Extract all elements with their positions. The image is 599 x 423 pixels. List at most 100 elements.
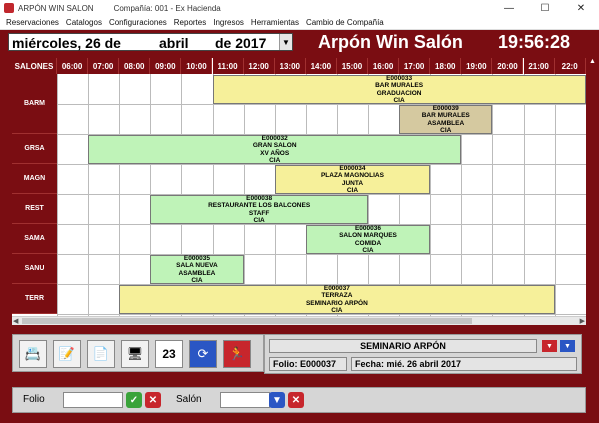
hour-header: 21:00 <box>523 58 555 74</box>
menu-item[interactable]: Ingresos <box>213 18 244 27</box>
room-label[interactable]: SAMA <box>12 224 57 254</box>
reservation-l1: PLAZA MAGNOLIAS <box>320 172 384 179</box>
reservation-l3: CIA <box>253 217 265 224</box>
refresh-icon[interactable]: ⟳ <box>189 340 217 368</box>
reservation-title: SEMINARIO ARPÓN <box>269 339 537 353</box>
reservation-block[interactable]: E000032 GRAN SALON XV AÑOS CIA <box>88 134 462 164</box>
date-picker[interactable]: miércoles, 26 de abril de 2017 ▼ <box>8 33 293 51</box>
grid-column-line <box>523 74 525 316</box>
reservation-folio: E000038 <box>246 194 273 202</box>
menu-item[interactable]: Cambio de Compañía <box>306 18 384 27</box>
window-controls: — ☐ ✕ <box>491 0 599 16</box>
reservation-info-panel: SEMINARIO ARPÓN ▼ ▼ Folio: E000037 Fecha… <box>264 334 582 374</box>
menu-bar: Reservaciones Catalogos Configuraciones Rep… <box>0 16 599 30</box>
menu-item[interactable]: Herramientas <box>251 18 299 27</box>
reservation-l3: CIA <box>191 277 203 284</box>
search-bar: Folio ✓ ✕ Salón ▼ ✕ <box>12 387 586 413</box>
clock: 19:56:28 <box>498 32 571 52</box>
check-icon[interactable]: ✓ <box>126 392 142 408</box>
reservation-date: Fecha: mié. 26 abril 2017 <box>351 357 577 371</box>
reservation-block[interactable]: E000037 TERRAZA SEMINARIO ARPÓN CIA <box>119 285 555 314</box>
close-icon[interactable]: ✕ <box>563 0 599 16</box>
horizontal-scrollbar[interactable]: ◀ ▶ <box>12 316 586 325</box>
cancel-icon[interactable]: ✕ <box>288 392 304 408</box>
reservation-folio: E000033 <box>386 74 413 82</box>
reservation-l1: BAR MURALES <box>421 112 470 119</box>
reservation-l2: COMIDA <box>354 239 382 247</box>
grid-column-line <box>492 74 494 316</box>
arrow-down-red-icon[interactable]: ▼ <box>542 340 557 352</box>
arrow-down-blue-icon[interactable]: ▼ <box>560 340 575 352</box>
grid-row-line <box>57 104 586 105</box>
reservation-block[interactable]: E000038 RESTAURANTE LOS BALCONES STAFF CIA <box>150 195 368 224</box>
scroll-up-icon[interactable]: ▲ <box>589 58 598 68</box>
maximize-icon[interactable]: ☐ <box>527 0 563 16</box>
reservation-l2: XV AÑOS <box>260 149 290 157</box>
room-label[interactable]: SANU <box>12 254 57 284</box>
action-toolbar: 📇 📝 📄 🖥 23 ⟳ 🏃 <box>12 334 264 372</box>
app-logo-icon <box>4 3 14 13</box>
schedule-grid: SALONES 06:00 07:00 08:00 09:00 10:00 11:00 12:… <box>12 58 586 316</box>
scroll-right-icon[interactable]: ▶ <box>580 317 585 325</box>
edit-reservation-icon[interactable]: 📝 <box>53 340 81 368</box>
reservation-block[interactable]: E000039 BAR MURALES ASAMBLEA CIA <box>399 104 493 134</box>
reservation-block[interactable]: E000036 SALON MARQUES COMIDA CIA <box>305 225 431 254</box>
chevron-down-icon[interactable]: ▼ <box>269 392 285 408</box>
new-reservation-icon[interactable]: 📇 <box>19 340 47 368</box>
hour-header: 10:00 <box>181 58 213 74</box>
hour-header: 06:00 <box>57 58 89 74</box>
folio-label: Folio <box>23 394 45 405</box>
cancel-icon[interactable]: ✕ <box>145 392 161 408</box>
room-label[interactable]: REST <box>12 194 57 224</box>
reservation-l3: CIA <box>331 307 343 314</box>
reservation-l1: TERRAZA <box>321 292 353 299</box>
reservation-folio: Folio: E000037 <box>269 357 347 371</box>
grid-column-line <box>119 74 121 316</box>
menu-item[interactable]: Catalogos <box>66 18 102 27</box>
room-label[interactable]: TERR <box>12 284 57 314</box>
minimize-icon[interactable]: — <box>491 0 527 16</box>
grid-corner-label: SALONES <box>12 58 57 74</box>
room-label[interactable]: MAGN <box>12 164 57 194</box>
exit-icon[interactable]: 🏃 <box>223 340 251 368</box>
reservation-l3: CIA <box>346 187 359 194</box>
reservation-l1: SALA NUEVA <box>176 262 218 269</box>
menu-item[interactable]: Reservaciones <box>6 18 59 27</box>
menu-item[interactable]: Configuraciones <box>109 18 167 27</box>
scroll-left-icon[interactable]: ◀ <box>13 317 18 325</box>
reservation-l1: SALON MARQUES <box>339 232 397 239</box>
reservation-folio: E000032 <box>261 134 288 142</box>
menu-item[interactable]: Reportes <box>174 18 206 27</box>
hour-header: 07:00 <box>88 58 120 74</box>
hour-header: 16:00 <box>368 58 400 74</box>
reservation-folio: E000039 <box>432 104 459 112</box>
reservation-l1: BAR MURALES <box>375 82 424 89</box>
reservation-block[interactable]: E000034 PLAZA MAGNOLIAS JUNTA CIA <box>274 165 431 194</box>
window-app-name: ARPÓN WIN SALON <box>18 3 94 13</box>
reservation-block[interactable]: E000033 BAR MURALES GRADUACION CIA <box>212 74 586 104</box>
document-icon[interactable]: 📄 <box>87 340 115 368</box>
folio-input[interactable] <box>63 392 123 408</box>
title-bar: ARPÓN WIN SALON Compañía: 001 - Ex Hacie… <box>0 0 599 16</box>
hour-header: 20:00 <box>492 58 524 74</box>
room-label[interactable]: BARM <box>12 74 57 134</box>
calendar-icon[interactable]: 23 <box>155 340 183 368</box>
salon-input[interactable] <box>220 392 270 408</box>
reservation-l2: SEMINARIO ARPÓN <box>305 299 368 307</box>
reservation-l2: GRADUACION <box>376 89 422 97</box>
salon-label: Salón <box>176 394 202 405</box>
grid-column-line <box>554 74 556 316</box>
reservation-l1: GRAN SALON <box>252 142 297 149</box>
chevron-down-icon[interactable]: ▼ <box>279 34 292 50</box>
scrollbar-thumb[interactable] <box>22 318 472 324</box>
hour-header: 19:00 <box>461 58 493 74</box>
hour-header: 12:00 <box>243 58 275 74</box>
reservation-block[interactable]: E000035 SALA NUEVA ASAMBLEA CIA <box>150 255 244 284</box>
hour-header: 22:0 <box>554 58 586 74</box>
hour-header: 17:00 <box>399 58 431 74</box>
reservation-l2: JUNTA <box>341 179 364 187</box>
hour-header: 11:00 <box>212 58 244 74</box>
room-label[interactable]: GRSA <box>12 134 57 164</box>
rooms-icon[interactable]: 🖥 <box>121 340 149 368</box>
reservation-l3: CIA <box>393 97 405 104</box>
